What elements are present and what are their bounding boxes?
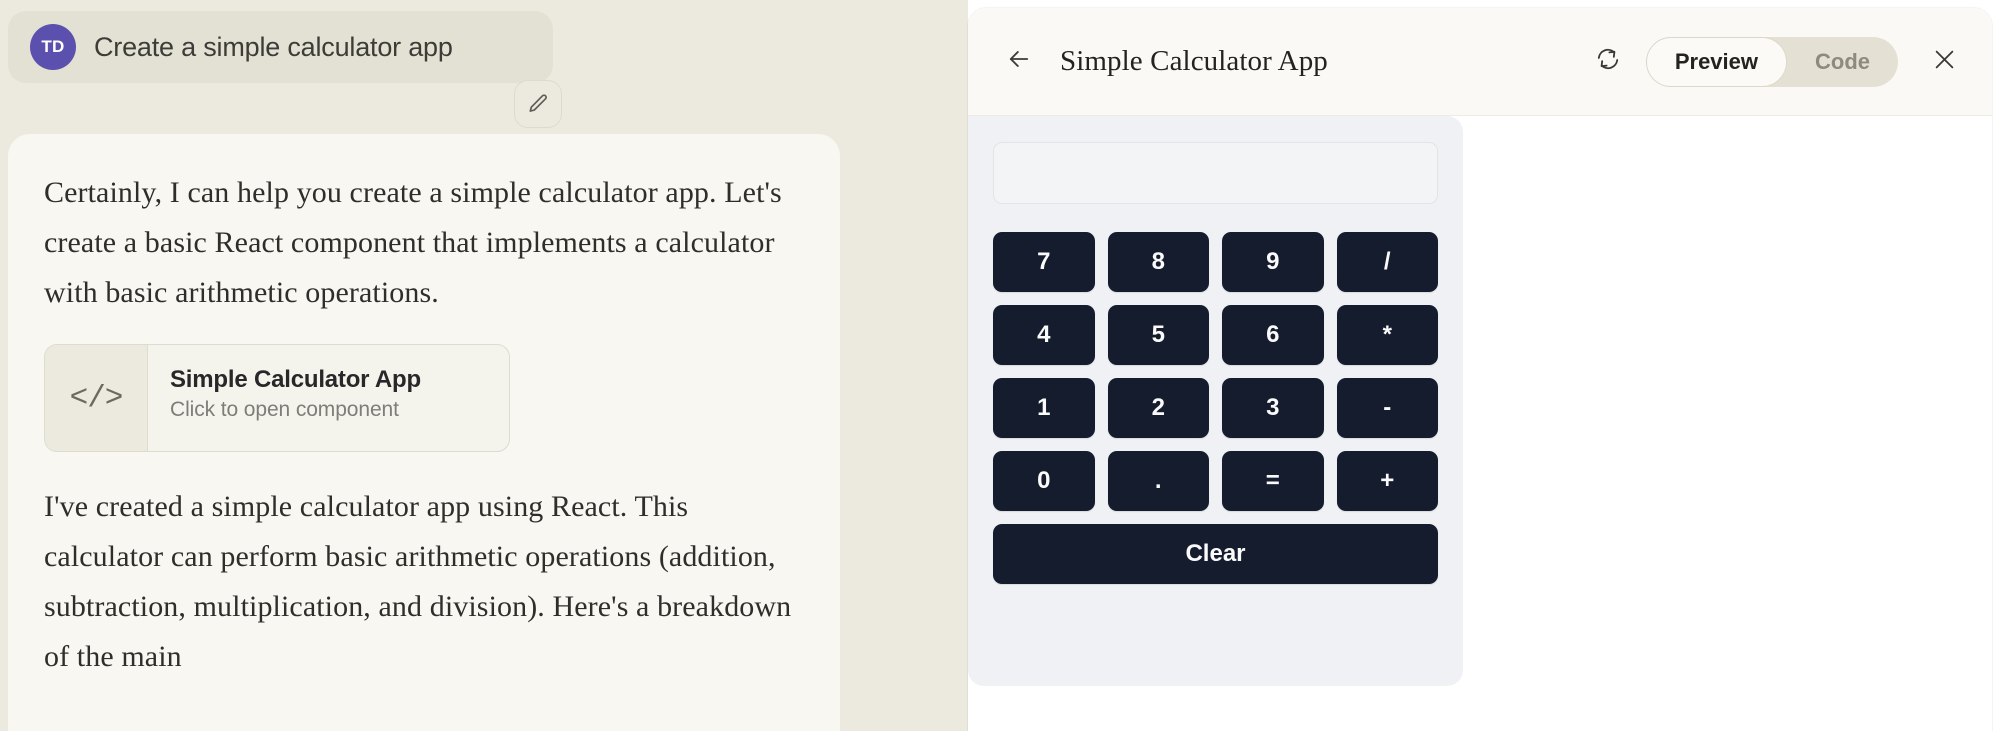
calc-key-7[interactable]: 7 xyxy=(993,232,1095,292)
avatar: TD xyxy=(30,24,76,70)
assistant-paragraph-2: I've created a simple calculator app usi… xyxy=(44,490,792,673)
artifact-card-body: Simple Calculator App Click to open comp… xyxy=(148,345,509,451)
artifact-panel-header: Simple Calculator App Preview Code xyxy=(968,8,1992,116)
calc-key-3[interactable]: 3 xyxy=(1222,378,1324,438)
pencil-icon xyxy=(526,92,550,116)
artifact-panel: Simple Calculator App Preview Code 7 8 9… xyxy=(968,8,1992,731)
calc-key-decimal[interactable]: . xyxy=(1107,451,1209,511)
calc-key-5[interactable]: 5 xyxy=(1107,305,1209,365)
calculator-keypad: 7 8 9 / 4 5 6 * 1 2 3 - 0 . = + Clear xyxy=(993,232,1438,584)
view-toggle: Preview Code xyxy=(1645,36,1898,87)
calc-key-plus[interactable]: + xyxy=(1336,451,1438,511)
back-button[interactable] xyxy=(998,41,1040,83)
calc-key-2[interactable]: 2 xyxy=(1107,378,1209,438)
refresh-icon xyxy=(1595,46,1621,77)
artifact-preview-card[interactable]: </> Simple Calculator App Click to open … xyxy=(44,344,510,452)
arrow-left-icon xyxy=(1005,45,1033,78)
calculator-app: 7 8 9 / 4 5 6 * 1 2 3 - 0 . = + Clear xyxy=(968,116,1463,686)
artifact-panel-title: Simple Calculator App xyxy=(1060,45,1328,77)
chat-pane: TD Create a simple calculator app Certai… xyxy=(0,0,968,731)
calc-key-4[interactable]: 4 xyxy=(993,305,1095,365)
artifact-card-title: Simple Calculator App xyxy=(170,366,421,393)
chat-scroll-region[interactable]: TD Create a simple calculator app Certai… xyxy=(0,0,968,731)
calculator-display[interactable] xyxy=(993,142,1438,204)
calc-key-8[interactable]: 8 xyxy=(1107,232,1209,292)
edit-message-button[interactable] xyxy=(514,80,562,128)
code-icon: </> xyxy=(45,345,148,451)
calc-key-0[interactable]: 0 xyxy=(993,451,1095,511)
user-message-row: TD Create a simple calculator app xyxy=(8,11,553,83)
close-button[interactable] xyxy=(1924,42,1964,82)
calc-key-9[interactable]: 9 xyxy=(1222,232,1324,292)
calc-key-clear[interactable]: Clear xyxy=(993,524,1438,584)
calc-key-6[interactable]: 6 xyxy=(1222,305,1324,365)
artifact-preview-body: 7 8 9 / 4 5 6 * 1 2 3 - 0 . = + Clear xyxy=(968,116,1992,731)
user-message-text: Create a simple calculator app xyxy=(94,31,453,62)
tab-preview[interactable]: Preview xyxy=(1645,36,1787,87)
refresh-button[interactable] xyxy=(1590,44,1626,80)
artifact-card-subtitle: Click to open component xyxy=(170,397,399,421)
calc-key-multiply[interactable]: * xyxy=(1336,305,1438,365)
calc-key-equals[interactable]: = xyxy=(1222,451,1324,511)
assistant-paragraph-1: Certainly, I can help you create a simpl… xyxy=(44,176,782,309)
app-root: TD Create a simple calculator app Certai… xyxy=(0,0,1999,731)
tab-code[interactable]: Code xyxy=(1787,37,1898,87)
calc-key-divide[interactable]: / xyxy=(1336,232,1438,292)
calc-key-minus[interactable]: - xyxy=(1336,378,1438,438)
close-icon xyxy=(1931,46,1958,78)
assistant-message-bubble: Certainly, I can help you create a simpl… xyxy=(8,134,840,731)
calc-key-1[interactable]: 1 xyxy=(993,378,1095,438)
artifact-panel-header-actions: Preview Code xyxy=(1590,36,1964,87)
